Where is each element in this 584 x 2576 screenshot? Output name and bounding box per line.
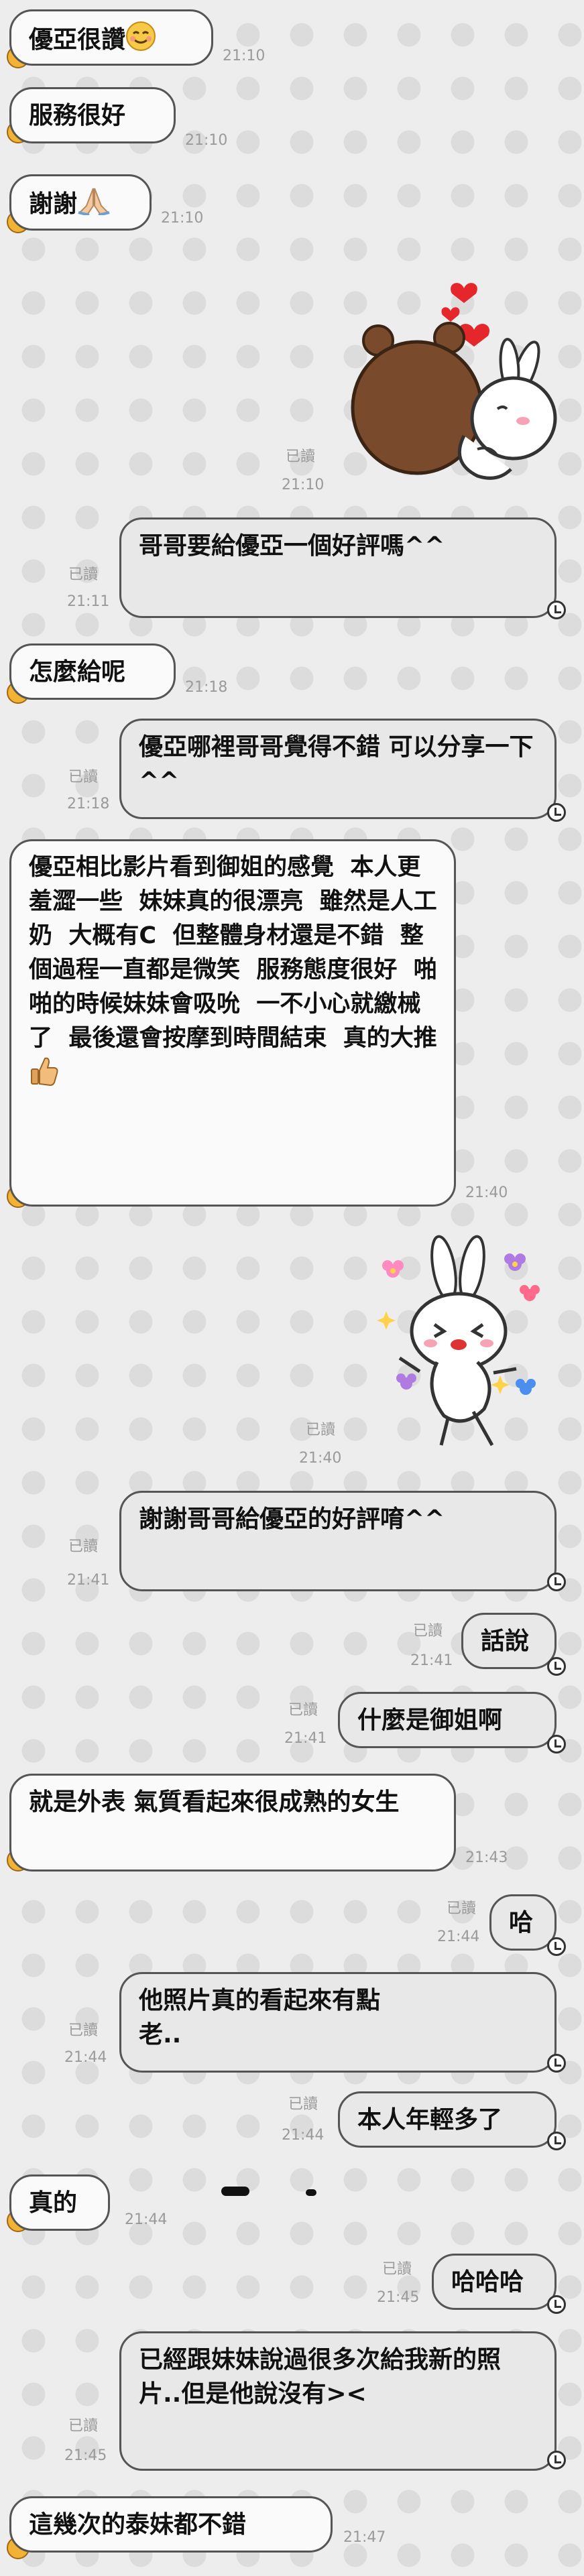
redaction-mark — [221, 2187, 249, 2196]
timestamp: 21:45 — [377, 2289, 420, 2306]
timestamp: 21:41 — [67, 1572, 110, 1589]
read-receipt: 已讀 — [306, 1422, 336, 1438]
read-check-tail — [547, 1573, 566, 1591]
message-text: 怎麼給呢 — [29, 658, 126, 686]
message-text: 這幾次的泰妹都不錯 — [29, 2511, 247, 2538]
message-text: 本人年輕多了 — [357, 2106, 503, 2134]
read-check-tail — [547, 1735, 566, 1754]
timestamp: 21:10 — [282, 477, 325, 493]
message-bubble[interactable]: 這幾次的泰妹都不錯 — [9, 2496, 333, 2553]
message-bubble[interactable]: 他照片真的看起來有點老.. — [119, 1972, 557, 2073]
message-bubble[interactable]: 優亞相比影片看到御姐的感覺 本人更羞澀一些 妹妹真的很漂亮 雖然是人工奶 大概有… — [9, 839, 456, 1207]
read-check-tail — [547, 601, 566, 619]
read-receipt: 已讀 — [382, 2261, 412, 2278]
message-text: 謝謝哥哥給優亞的好評唷^^ — [139, 1506, 445, 1533]
cony-dance-sticker[interactable] — [373, 1231, 554, 1449]
message-bubble[interactable]: 服務很好 — [9, 87, 176, 143]
message-bubble[interactable]: 本人年輕多了 — [338, 2091, 557, 2148]
message-bubble[interactable]: 優亞哪裡哥哥覺得不錯 可以分享一下^^ — [119, 719, 557, 819]
folded-hands-icon — [77, 186, 111, 225]
read-receipt: 已讀 — [68, 2022, 99, 2039]
read-receipt: 已讀 — [413, 1623, 443, 1640]
smiling-face-icon — [125, 21, 156, 61]
timestamp: 21:18 — [67, 796, 110, 812]
timestamp: 21:44 — [437, 1928, 480, 1945]
timestamp: 21:45 — [64, 2447, 107, 2464]
read-receipt: 已讀 — [68, 769, 99, 786]
read-receipt: 已讀 — [288, 2096, 318, 2113]
timestamp: 21:44 — [125, 2211, 168, 2228]
message-bubble[interactable]: 謝謝 — [9, 174, 152, 231]
read-receipt: 已讀 — [68, 566, 99, 583]
timestamp: 21:40 — [465, 1184, 508, 1201]
read-check-tail — [547, 1937, 566, 1956]
timestamp: 21:11 — [67, 593, 110, 610]
read-receipt: 已讀 — [286, 448, 316, 465]
message-text: 謝謝 — [29, 190, 78, 218]
message-text: 服務很好 — [29, 102, 126, 129]
timestamp: 21:10 — [185, 132, 228, 149]
brown-cony-hug-sticker[interactable] — [350, 268, 558, 491]
message-text: 話說 — [481, 1628, 530, 1655]
timestamp: 21:10 — [223, 48, 266, 64]
message-text: 什麼是御姐啊 — [357, 1707, 503, 1734]
message-bubble[interactable]: 已經跟妹妹說過很多次給我新的照片..但是他說沒有>< — [119, 2331, 557, 2471]
read-check-tail — [547, 2451, 566, 2469]
message-text: 就是外表 氣質看起來很成熟的女生 — [29, 1788, 400, 1816]
chat-area[interactable]: 優亞很讚 21:10 服務很好 21:10 謝謝 21:10 已讀 21:10 … — [0, 0, 584, 2576]
timestamp: 21:18 — [185, 679, 228, 696]
timestamp: 21:44 — [64, 2049, 107, 2066]
read-receipt: 已讀 — [68, 1538, 99, 1555]
message-text: 哥哥要給優亞一個好評嗎^^ — [139, 532, 445, 560]
message-bubble[interactable]: 哈哈哈 — [432, 2254, 557, 2310]
message-bubble[interactable]: 話說 — [461, 1613, 557, 1669]
message-bubble[interactable]: 哈 — [489, 1894, 557, 1951]
message-bubble[interactable]: 什麼是御姐啊 — [338, 1692, 557, 1748]
read-check-tail — [547, 2295, 566, 2314]
read-receipt: 已讀 — [68, 2418, 99, 2435]
message-text: 優亞相比影片看到御姐的感覺 本人更羞澀一些 妹妹真的很漂亮 雖然是人工奶 大概有… — [29, 854, 437, 1052]
read-receipt: 已讀 — [288, 1702, 318, 1719]
thumbs-up-icon — [29, 1056, 58, 1097]
read-check-tail — [547, 2054, 566, 2073]
read-check-tail — [547, 803, 566, 822]
read-check-tail — [547, 1657, 566, 1676]
message-text: 真的 — [29, 2189, 78, 2217]
message-text: 優亞很讚 — [29, 26, 126, 54]
message-bubble[interactable]: 怎麼給呢 — [9, 643, 176, 700]
timestamp: 21:47 — [343, 2529, 386, 2546]
timestamp: 21:40 — [299, 1450, 342, 1467]
timestamp: 21:43 — [465, 1849, 508, 1866]
timestamp: 21:44 — [282, 2127, 325, 2144]
message-bubble[interactable]: 就是外表 氣質看起來很成熟的女生 — [9, 1774, 456, 1872]
message-bubble[interactable]: 哥哥要給優亞一個好評嗎^^ — [119, 517, 557, 618]
timestamp: 21:41 — [410, 1652, 453, 1669]
timestamp: 21:41 — [284, 1730, 327, 1747]
message-bubble[interactable]: 優亞很讚 — [9, 9, 213, 66]
message-text: 他照片真的看起來有點老.. — [139, 1987, 381, 2048]
read-receipt: 已讀 — [447, 1900, 477, 1917]
read-check-tail — [547, 2132, 566, 2150]
message-bubble[interactable]: 謝謝哥哥給優亞的好評唷^^ — [119, 1491, 557, 1591]
message-text: 已經跟妹妹說過很多次給我新的照片..但是他說沒有>< — [139, 2346, 502, 2408]
redaction-mark — [306, 2189, 316, 2196]
timestamp: 21:10 — [161, 210, 204, 227]
message-bubble[interactable]: 真的 — [9, 2174, 110, 2231]
message-text: 哈 — [509, 1909, 534, 1937]
message-text: 哈哈哈 — [451, 2268, 524, 2296]
message-text: 優亞哪裡哥哥覺得不錯 可以分享一下^^ — [139, 733, 534, 795]
